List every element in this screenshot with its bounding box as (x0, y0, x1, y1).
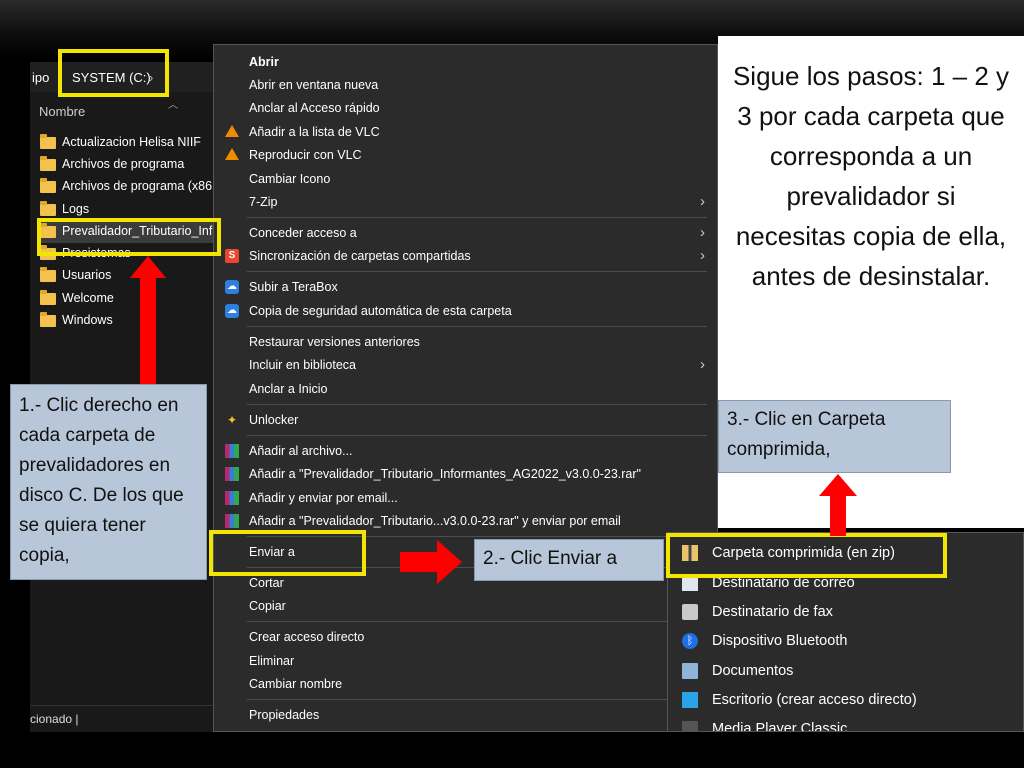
arrows-overlay (130, 256, 857, 584)
arrow-up-step3 (819, 474, 857, 536)
arrow-right-step2 (400, 540, 462, 584)
arrow-up-step1 (130, 256, 166, 384)
